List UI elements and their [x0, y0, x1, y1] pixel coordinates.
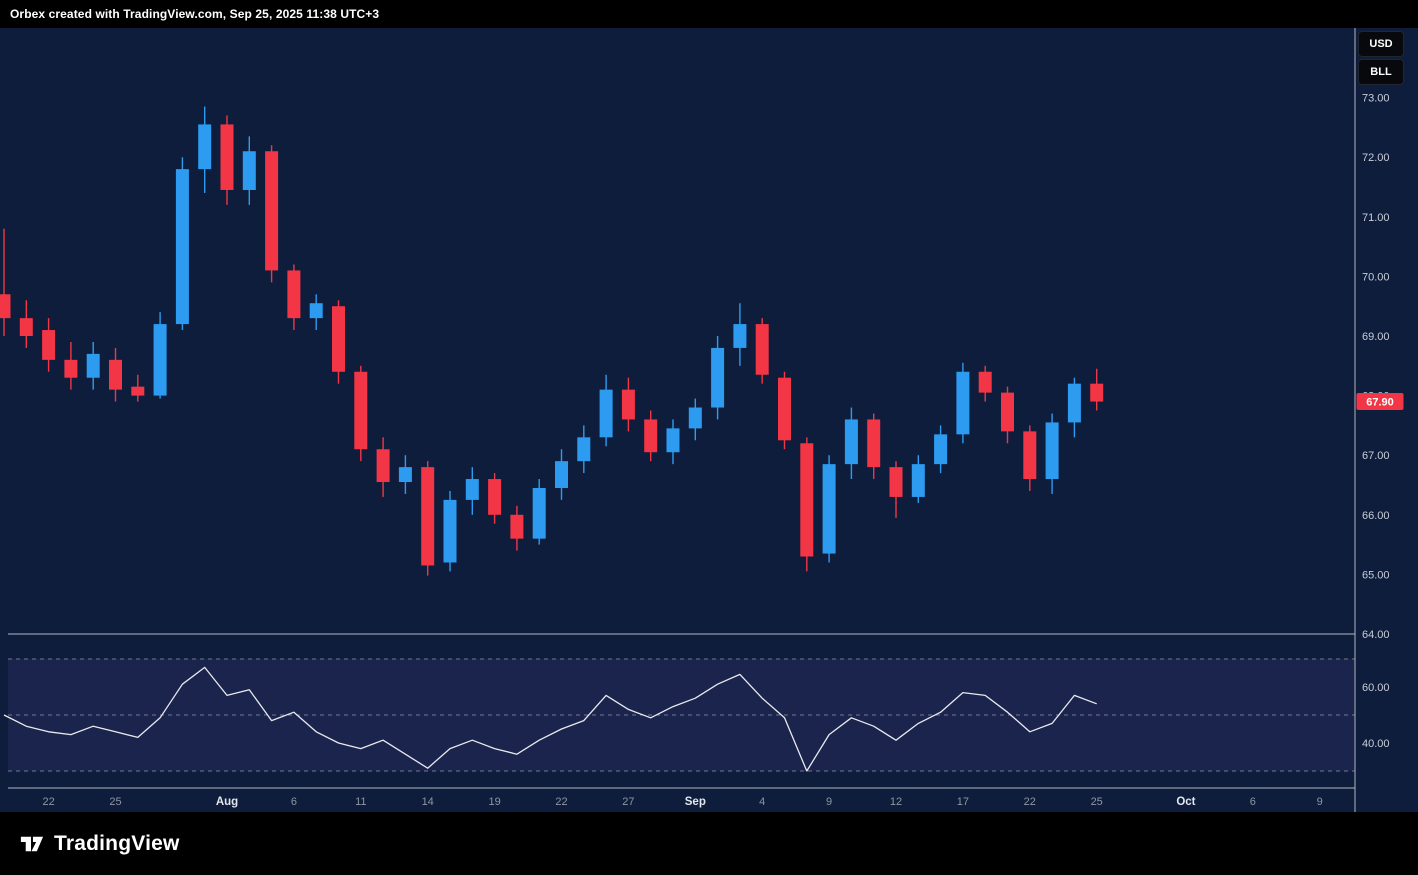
candle-body [533, 488, 546, 539]
candle-body [934, 434, 947, 464]
candle-body [332, 306, 345, 372]
candle-body [577, 437, 590, 461]
candle-body [823, 464, 836, 553]
candle-body [354, 372, 367, 449]
candle-body [310, 303, 323, 318]
candle-body [87, 354, 100, 378]
chart-window: Orbex created with TradingView.com, Sep … [0, 0, 1418, 875]
price-axis[interactable] [1355, 28, 1418, 788]
candle-body [1090, 384, 1103, 402]
footer-bar: TradingView [0, 812, 1418, 875]
candle-body [756, 324, 769, 375]
tradingview-logo-icon[interactable] [18, 830, 45, 857]
candle-body [979, 372, 992, 393]
candle-body [1046, 422, 1059, 479]
candle-body [800, 443, 813, 556]
candle-body [890, 467, 903, 497]
candle-body [1068, 384, 1081, 423]
candle-body [421, 467, 434, 565]
candle-body [20, 318, 33, 336]
candle-body [466, 479, 479, 500]
candle-body [510, 515, 523, 539]
candle-body [221, 124, 234, 190]
candle-body [64, 360, 77, 378]
candle-body [555, 461, 568, 488]
candle-body [131, 387, 144, 396]
tradingview-wordmark[interactable]: TradingView [54, 832, 180, 856]
candle-body [0, 294, 11, 318]
candle-body [287, 270, 300, 318]
candle-body [956, 372, 969, 435]
candle-body [265, 151, 278, 270]
candle-body [488, 479, 501, 515]
candle-body [444, 500, 457, 563]
candle-body [711, 348, 724, 408]
chart-canvas[interactable]: 64.0065.0066.0067.0068.0069.0070.0071.00… [0, 0, 1418, 812]
candle-body [644, 419, 657, 452]
candle-body [42, 330, 55, 360]
candle-body [176, 169, 189, 324]
candle-body [667, 428, 680, 452]
symbol-badge-currency: USD [1358, 31, 1404, 57]
time-axis[interactable] [0, 788, 1355, 812]
candle-body [778, 378, 791, 441]
candle-body [399, 467, 412, 482]
candle-body [867, 419, 880, 467]
symbol-badges: USD BLL [1358, 31, 1404, 85]
candle-body [600, 390, 613, 438]
candle-body [243, 151, 256, 190]
symbol-badge-unit: BLL [1358, 59, 1404, 85]
candle-body [154, 324, 167, 396]
chart-attribution: Orbex created with TradingView.com, Sep … [0, 0, 1418, 28]
candle-body [377, 449, 390, 482]
price-pane[interactable] [8, 28, 1355, 634]
candle-body [109, 360, 122, 390]
candle-body [912, 464, 925, 497]
candle-body [1001, 393, 1014, 432]
candle-body [198, 124, 211, 169]
candle-body [622, 390, 635, 420]
candle-body [689, 408, 702, 429]
candle-body [845, 419, 858, 464]
candle-body [1023, 431, 1036, 479]
candle-body [733, 324, 746, 348]
